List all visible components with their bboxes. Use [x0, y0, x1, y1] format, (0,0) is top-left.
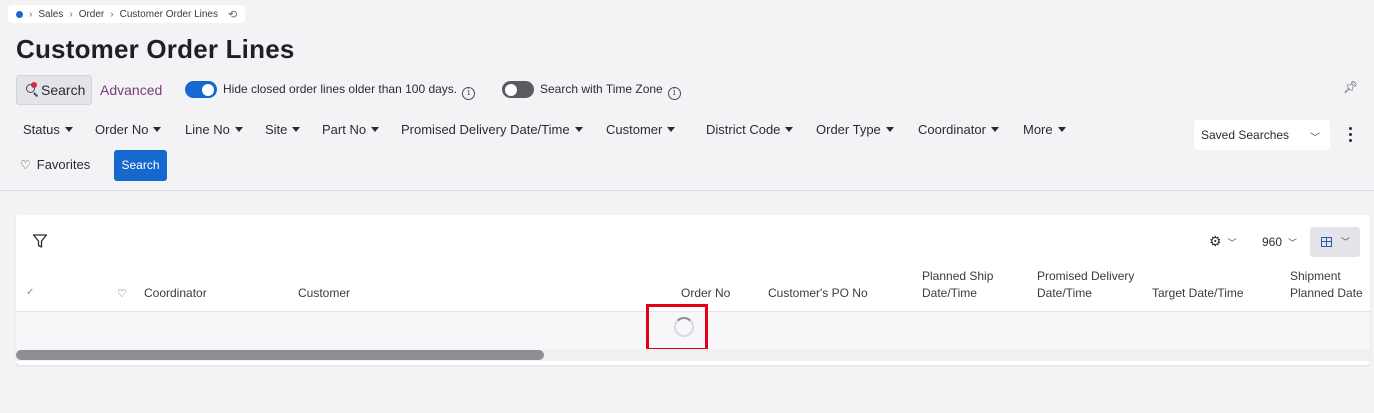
saved-searches-select[interactable]: Saved Searches ﹀: [1194, 120, 1330, 150]
time-zone-label: Search with Time Zone i: [540, 82, 681, 100]
select-all-check-icon[interactable]: ✓: [26, 287, 34, 298]
filter-customer[interactable]: Customer: [606, 122, 676, 137]
chevron-down-icon: ﹀: [1227, 238, 1237, 248]
tab-advanced[interactable]: Advanced: [100, 82, 162, 98]
chevron-right-icon: ›: [110, 8, 114, 20]
hide-closed-label: Hide closed order lines older than 100 d…: [223, 82, 476, 100]
chevron-right-icon: ›: [69, 8, 73, 20]
row-count-select[interactable]: 960 ﹀: [1262, 235, 1297, 249]
gear-icon: ⚙: [1209, 233, 1222, 249]
table-view-button[interactable]: ﹀: [1310, 227, 1360, 257]
hide-closed-toggle[interactable]: [185, 81, 217, 98]
info-icon[interactable]: i: [462, 87, 476, 100]
column-customer-po-no[interactable]: Customer's PO No: [768, 285, 868, 302]
highlight-box: [646, 304, 708, 351]
breadcrumb: › Sales › Order › Customer Order Lines ⟲: [8, 5, 246, 23]
tab-search[interactable]: Search: [16, 75, 92, 105]
chevron-down-icon: ﹀: [1341, 237, 1351, 247]
filter-part-no[interactable]: Part No: [322, 122, 380, 137]
filter-more[interactable]: More: [1023, 122, 1066, 137]
heart-icon: ♡: [20, 158, 31, 172]
filter-status[interactable]: Status: [23, 122, 73, 137]
home-dot-icon[interactable]: [16, 10, 23, 18]
column-planned-ship[interactable]: Planned Ship Date/Time: [922, 268, 1018, 302]
info-icon[interactable]: i: [667, 87, 681, 100]
pin-icon[interactable]: 📌︎: [1343, 80, 1358, 94]
filter-order-no[interactable]: Order No: [95, 122, 162, 137]
horizontal-scrollbar[interactable]: [16, 349, 1370, 361]
grid-settings-button[interactable]: ⚙ ﹀: [1209, 233, 1237, 250]
page-title: Customer Order Lines: [16, 34, 295, 64]
column-coordinator[interactable]: Coordinator: [144, 285, 207, 302]
divider: [0, 190, 1374, 191]
funnel-icon[interactable]: [32, 233, 48, 249]
column-promised-delivery[interactable]: Promised Delivery Date/Time: [1037, 268, 1147, 302]
filter-district-code[interactable]: District Code: [706, 122, 794, 137]
time-zone-toggle[interactable]: [502, 81, 534, 98]
scrollbar-thumb[interactable]: [16, 350, 545, 360]
column-shipment-planned[interactable]: Shipment Planned Date: [1290, 268, 1370, 302]
filter-order-type[interactable]: Order Type: [816, 122, 894, 137]
table-icon: [1321, 237, 1332, 247]
breadcrumb-item-current: Customer Order Lines: [119, 8, 218, 20]
search-button[interactable]: Search: [114, 150, 167, 181]
favorite-column-heart-icon: ♡: [117, 288, 127, 300]
favorites-button[interactable]: ♡ Favorites: [20, 157, 90, 172]
search-tabs: Search Advanced: [16, 75, 162, 105]
chevron-down-icon: ﹀: [1288, 238, 1298, 248]
chevron-right-icon: ›: [29, 8, 33, 20]
chevron-down-icon: ﹀: [1310, 133, 1320, 144]
column-customer[interactable]: Customer: [298, 285, 350, 302]
order-lines-grid: ⚙ ﹀ 960 ﹀ ﹀ ✓ ♡ Coordinator Customer Order…: [16, 215, 1370, 365]
column-target-date[interactable]: Target Date/Time: [1152, 285, 1244, 302]
filter-site[interactable]: Site: [265, 122, 301, 137]
kebab-menu-icon[interactable]: [1349, 127, 1353, 145]
search-icon: [25, 82, 39, 97]
breadcrumb-item-sales[interactable]: Sales: [38, 9, 63, 20]
tab-search-label: Search: [41, 82, 86, 98]
breadcrumb-item-order[interactable]: Order: [79, 9, 105, 20]
refresh-icon[interactable]: ⟲: [228, 8, 237, 21]
filter-coordinator[interactable]: Coordinator: [918, 122, 999, 137]
filter-promised-delivery[interactable]: Promised Delivery Date/Time: [401, 122, 583, 137]
filter-line-no[interactable]: Line No: [185, 122, 243, 137]
column-order-no[interactable]: Order No: [681, 285, 730, 302]
